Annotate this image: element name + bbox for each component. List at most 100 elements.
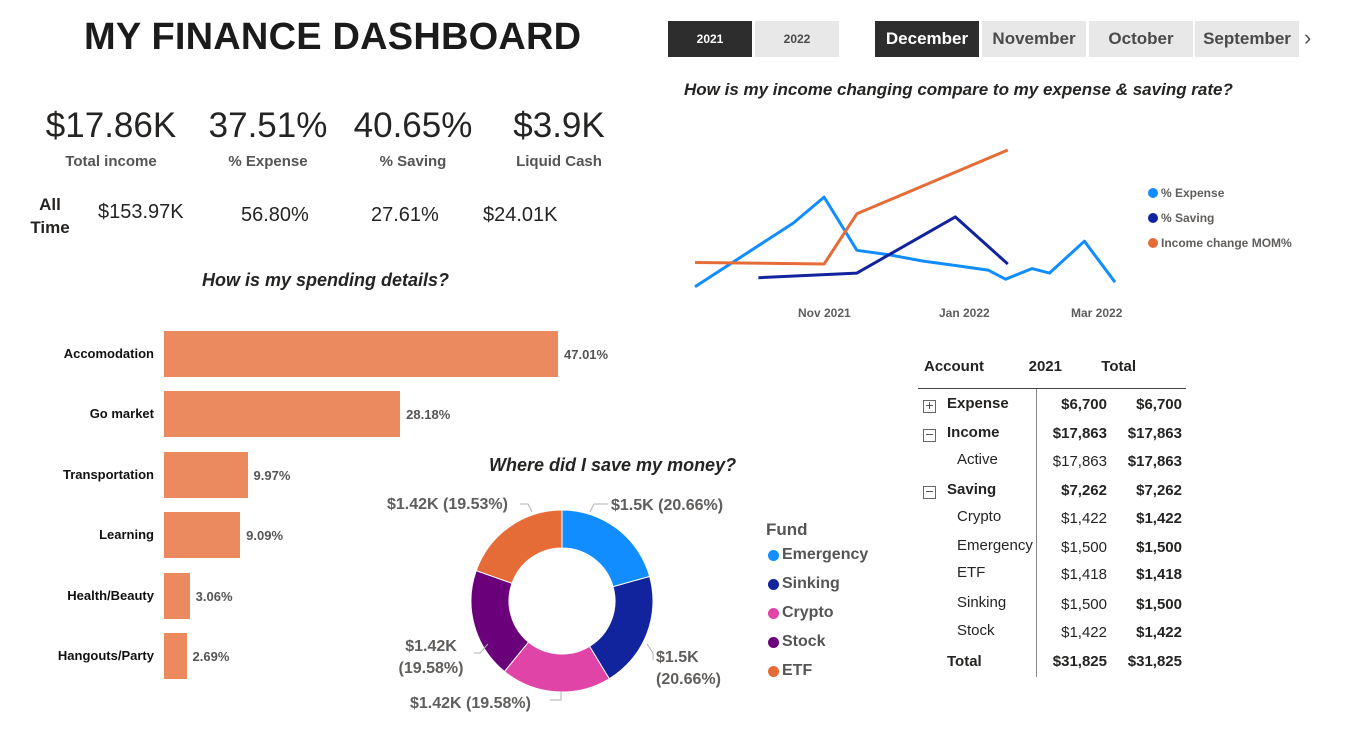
matrix-row-label-active: Active xyxy=(957,451,998,468)
matrix-cell-total-emergency: $1,500 xyxy=(1136,539,1182,556)
matrix-header-total: Total xyxy=(1101,358,1136,375)
matrix-row-label-etf: ETF xyxy=(957,564,986,581)
matrix-row-label-income: Income xyxy=(947,424,1000,441)
month-button-december[interactable]: December xyxy=(875,21,979,57)
donut-leader-line-sinking xyxy=(646,643,654,660)
all-time-income-value: $153.97K xyxy=(98,201,184,223)
matrix-header-divider xyxy=(918,388,1186,389)
matrix-row-label-crypto: Crypto xyxy=(957,508,1002,525)
bar-health-beauty[interactable] xyxy=(164,572,190,619)
kpi-total-income-label: Total income xyxy=(65,153,157,170)
line-legend-dot-saving xyxy=(1148,213,1158,223)
line-legend-dot-income xyxy=(1148,238,1158,248)
legend-item-stock[interactable]: Stock xyxy=(768,633,826,651)
line-legend-saving[interactable]: % Saving xyxy=(1148,211,1214,225)
month-button-october[interactable]: October xyxy=(1089,21,1193,57)
matrix-cell-total-expense: $6,700 xyxy=(1136,396,1182,413)
matrix-total-total: $31,825 xyxy=(1127,653,1182,670)
matrix-cell-2021-expense: $6,700 xyxy=(1061,396,1107,413)
line-series--expense[interactable] xyxy=(694,195,1117,289)
bar-category-label-go-market: Go market xyxy=(89,406,154,422)
legend-item-etf[interactable]: ETF xyxy=(768,662,812,680)
bar-value-label-health-beauty: 3.06% xyxy=(195,588,233,604)
kpi-expense-value: 37.51% xyxy=(208,106,328,145)
matrix-row-label-saving: Saving xyxy=(947,481,997,498)
bar-category-label-accomodation: Accomodation xyxy=(63,346,154,361)
matrix-cell-2021-active: $17,863 xyxy=(1052,453,1107,470)
bar-category-label-hangouts-party: Hangouts/Party xyxy=(57,648,154,663)
bar-hangouts-party[interactable] xyxy=(164,633,187,679)
kpi-liquid-cash-value: $3.9K xyxy=(513,106,605,145)
matrix-row-label-stock: Stock xyxy=(957,622,995,639)
matrix-cell-2021-crypto: $1,422 xyxy=(1061,510,1107,527)
chevron-right-icon[interactable]: › xyxy=(1304,25,1311,51)
x-tick-nov-2021: Nov 2021 xyxy=(798,306,851,320)
line-legend-income[interactable]: Income change MOM% xyxy=(1148,236,1292,250)
matrix-cell-2021-etf: $1,418 xyxy=(1061,566,1107,583)
matrix-cell-total-etf: $1,418 xyxy=(1136,566,1182,583)
bar-accomodation[interactable] xyxy=(164,331,558,377)
matrix-header-2021: 2021 xyxy=(1028,358,1062,375)
matrix-total-2021: $31,825 xyxy=(1052,653,1107,670)
income-line-chart xyxy=(694,148,1117,289)
kpi-liquid-cash-label: Liquid Cash xyxy=(516,153,602,170)
kpi-expense-label: % Expense xyxy=(228,153,308,170)
account-matrix: Account 2021 Total + Expense $6,700 $6,700− Inc… xyxy=(918,355,1188,685)
bar-value-label-hangouts-party: 2.69% xyxy=(192,649,230,664)
month-button-september[interactable]: September xyxy=(1195,21,1299,57)
bar-category-label-health-beauty: Health/Beauty xyxy=(67,587,154,603)
all-time-label: All Time xyxy=(30,195,70,237)
donut-slice-emergency[interactable] xyxy=(561,509,651,588)
legend-dot-emergency xyxy=(768,549,779,561)
saving-chart-title: Where did I save my money? xyxy=(489,455,737,475)
matrix-header-account: Account xyxy=(924,358,984,375)
matrix-cell-2021-sinking: $1,500 xyxy=(1061,596,1107,613)
matrix-cell-total-active: $17,863 xyxy=(1127,453,1182,470)
donut-label-etf: $1.42K (19.53%) xyxy=(387,496,508,513)
donut-slice-etf[interactable] xyxy=(475,509,563,584)
matrix-cell-total-stock: $1,422 xyxy=(1136,624,1182,641)
matrix-cell-total-saving: $7,262 xyxy=(1136,482,1182,499)
matrix-cell-total-crypto: $1,422 xyxy=(1136,510,1182,527)
all-time-expense-value: 56.80% xyxy=(241,204,309,226)
year-button-2022[interactable]: 2022 xyxy=(755,21,839,57)
matrix-cell-2021-income: $17,863 xyxy=(1052,425,1107,442)
donut-leader-line-etf xyxy=(520,503,533,513)
kpi-total-income-value: $17.86K xyxy=(45,106,177,145)
matrix-row-label-expense: Expense xyxy=(947,395,1009,412)
matrix-row-label-sinking: Sinking xyxy=(957,594,1007,611)
bar-category-label-transportation: Transportation xyxy=(62,466,154,482)
matrix-cell-total-sinking: $1,500 xyxy=(1136,596,1182,613)
kpi-saving-label: % Saving xyxy=(379,153,447,170)
bar-go-market[interactable] xyxy=(164,391,401,438)
line-series-income-change-mom[interactable] xyxy=(694,148,1009,266)
matrix-cell-total-income: $17,863 xyxy=(1127,425,1182,442)
expand-icon[interactable]: + xyxy=(923,400,936,413)
matrix-cell-2021-stock: $1,422 xyxy=(1061,624,1107,641)
bar-value-label-learning: 9.09% xyxy=(246,528,284,544)
month-button-november[interactable]: November xyxy=(982,21,1086,57)
legend-item-emergency[interactable]: Emergency xyxy=(768,546,868,564)
fund-legend-title: Fund xyxy=(766,520,808,539)
kpi-saving-value: 40.65% xyxy=(353,106,473,145)
dashboard-title: MY FINANCE DASHBOARD xyxy=(84,16,582,58)
legend-item-sinking[interactable]: Sinking xyxy=(768,575,840,593)
donut-label-crypto: $1.42K (19.58%) xyxy=(410,695,531,712)
all-time-liquid-cash-value: $24.01K xyxy=(483,204,558,226)
legend-item-crypto[interactable]: Crypto xyxy=(768,604,834,622)
donut-leader-line-emergency xyxy=(589,503,608,513)
matrix-cell-2021-emergency: $1,500 xyxy=(1061,539,1107,556)
donut-label-stock: $1.42K (19.58%) xyxy=(398,638,464,677)
collapse-icon[interactable]: − xyxy=(923,429,936,442)
collapse-icon[interactable]: − xyxy=(923,486,936,499)
bar-learning[interactable] xyxy=(164,512,241,559)
donut-label-sinking: $1.5K (20.66%) xyxy=(656,649,721,688)
x-tick-jan-2022: Jan 2022 xyxy=(939,306,990,320)
bar-category-label-learning: Learning xyxy=(99,527,154,543)
line-legend-expense[interactable]: % Expense xyxy=(1148,186,1224,200)
legend-dot-etf xyxy=(768,665,779,677)
line-legend-dot-expense xyxy=(1148,188,1158,198)
spending-chart-title: How is my spending details? xyxy=(202,270,450,290)
year-button-2021[interactable]: 2021 xyxy=(668,21,752,57)
bar-transportation[interactable] xyxy=(164,451,248,498)
